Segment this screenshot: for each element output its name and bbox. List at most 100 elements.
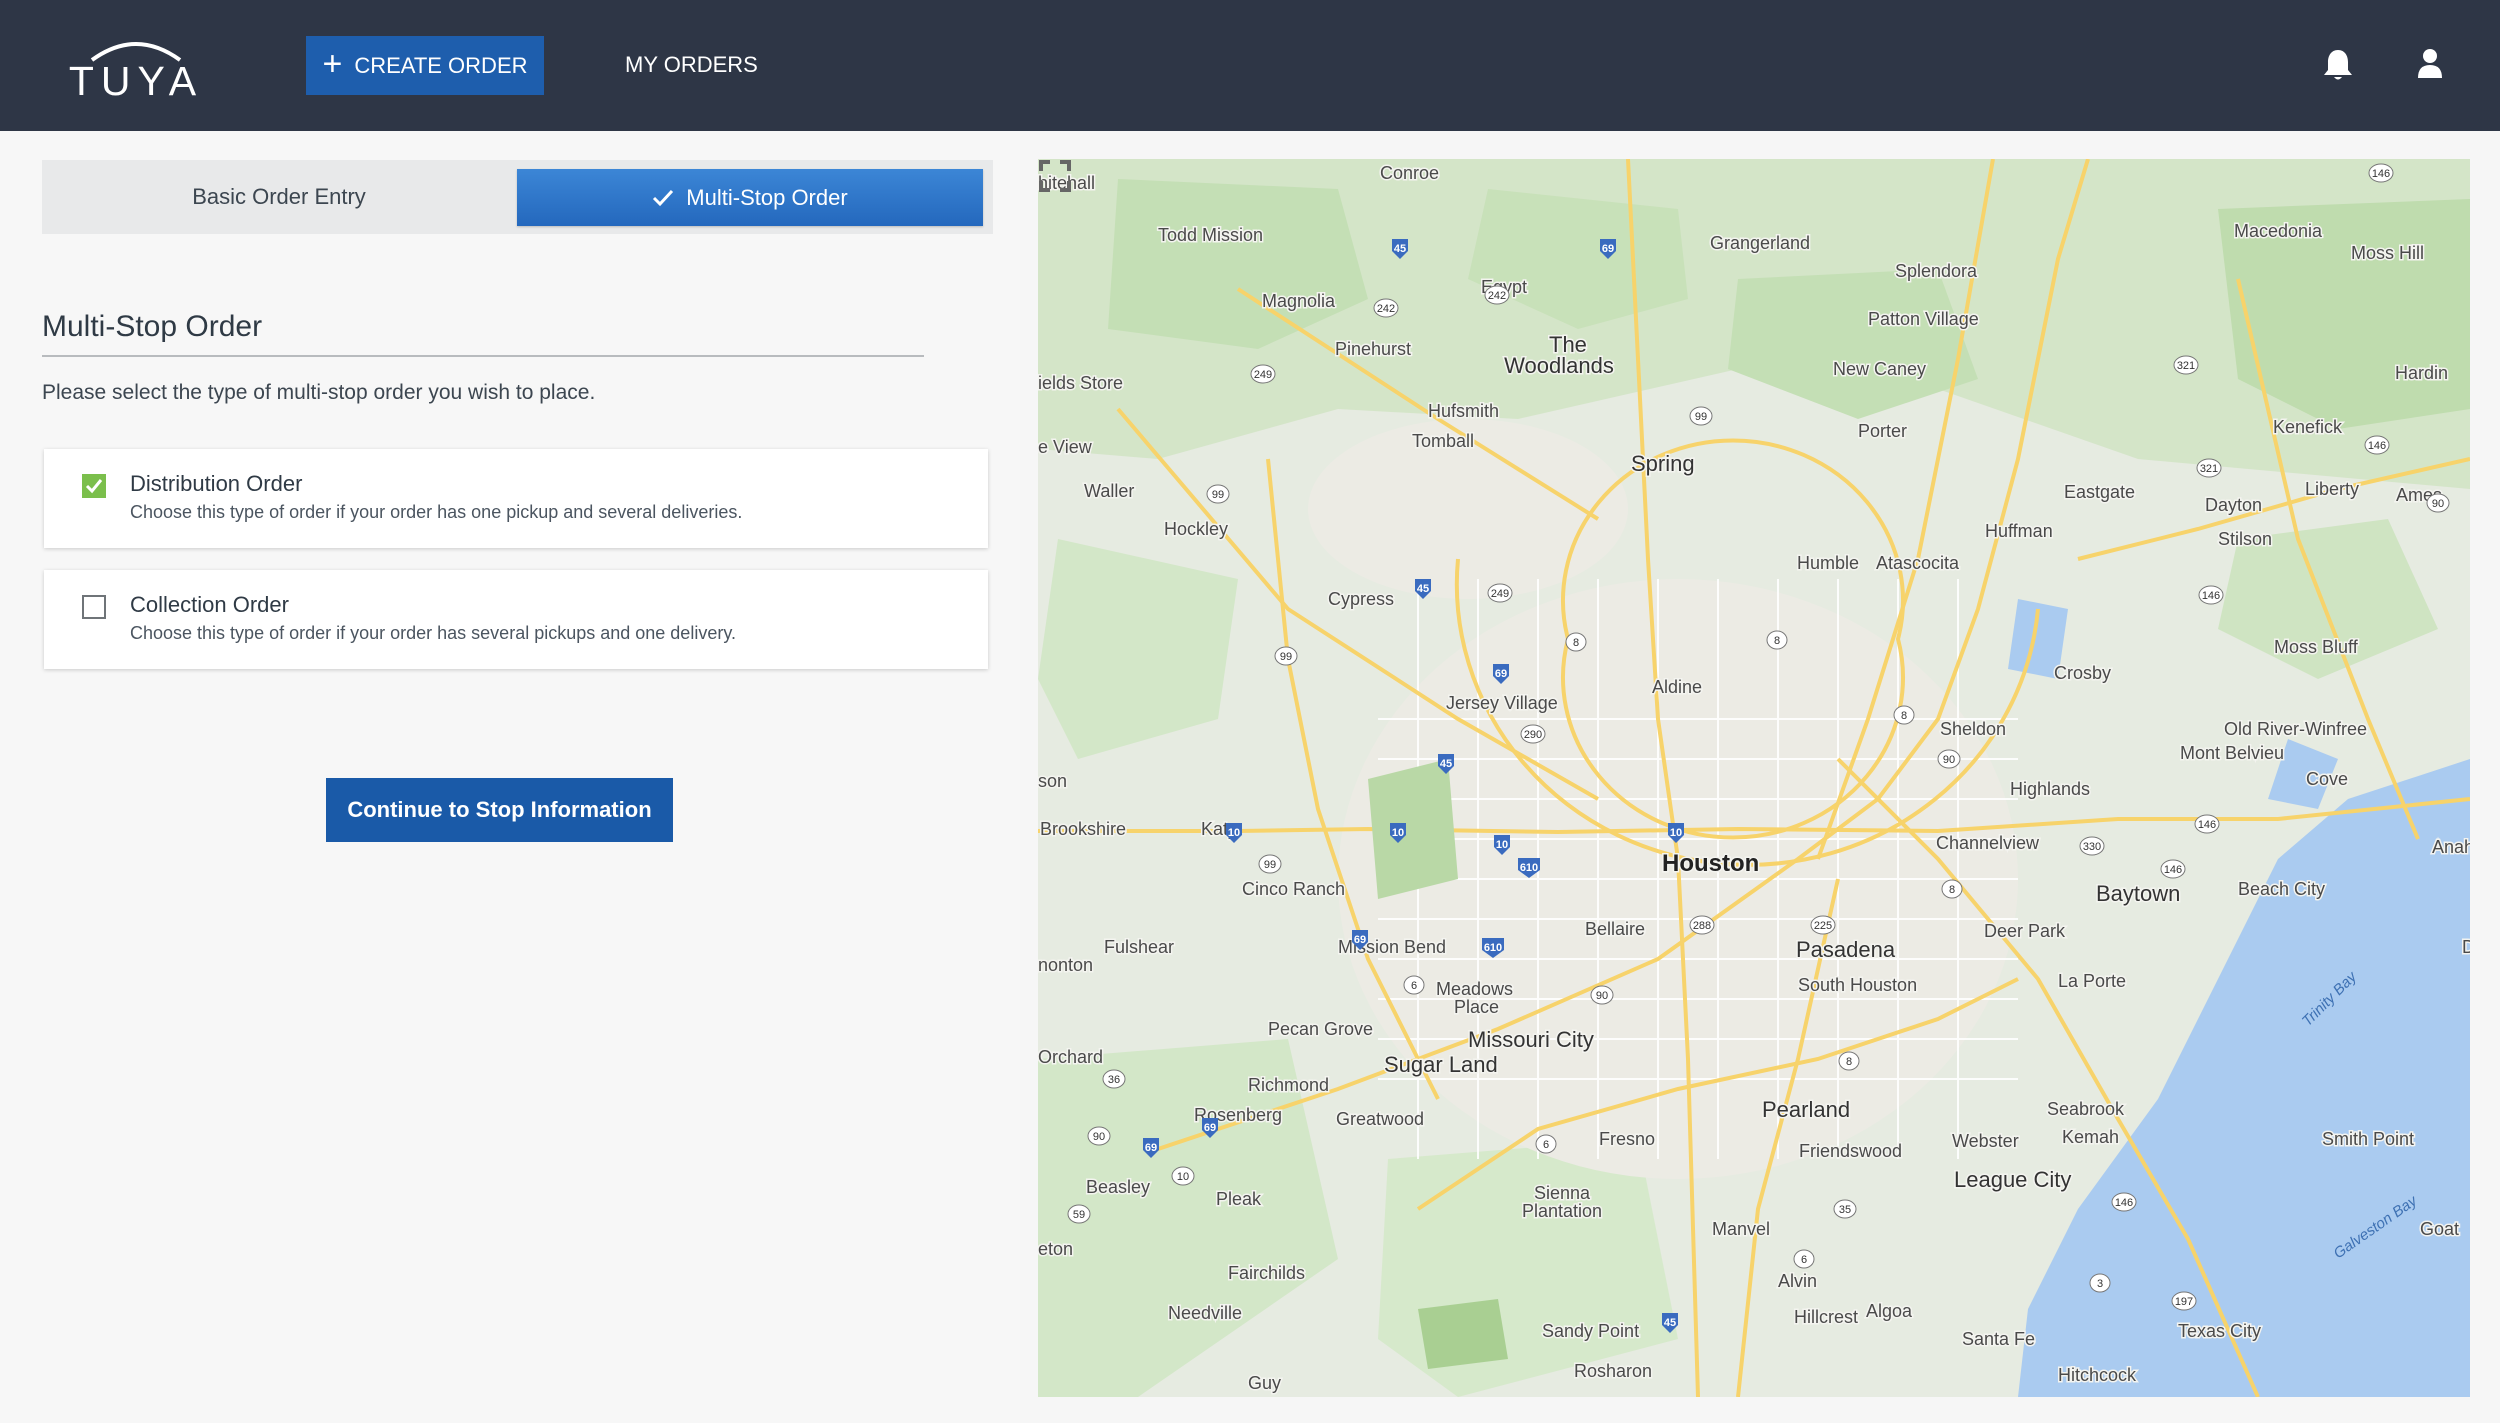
svg-text:99: 99: [1695, 411, 1707, 423]
checkmark-icon: [85, 479, 103, 494]
map-label-pinehurst: Pinehurst: [1335, 339, 1411, 359]
map-label-porter: Porter: [1858, 421, 1907, 441]
order-type-tabs: Basic Order Entry Multi-Stop Order: [42, 160, 993, 234]
svg-text:59: 59: [1073, 1209, 1085, 1221]
my-orders-link[interactable]: MY ORDERS: [625, 52, 758, 78]
distribution-order-option[interactable]: Distribution Order Choose this type of o…: [44, 449, 988, 548]
tuya-logo[interactable]: TUYA: [58, 30, 214, 104]
svg-text:45: 45: [1664, 1317, 1676, 1329]
svg-text:69: 69: [1495, 668, 1507, 680]
map-canvas[interactable]: Conroe Todd Mission Grangerland Macedoni…: [1038, 159, 2470, 1397]
map-label-huffman: Huffman: [1985, 521, 2053, 541]
map-label-splendora: Splendora: [1895, 261, 1978, 281]
map-view[interactable]: Conroe Todd Mission Grangerland Macedoni…: [1038, 159, 2470, 1397]
svg-text:90: 90: [1093, 1131, 1105, 1143]
map-label-son: son: [1038, 771, 1067, 791]
collection-order-checkbox[interactable]: [82, 595, 106, 619]
map-label-orchard: Orchard: [1038, 1047, 1103, 1067]
svg-text:90: 90: [2432, 498, 2444, 510]
continue-to-stop-information-button[interactable]: Continue to Stop Information: [326, 778, 673, 842]
svg-text:288: 288: [1693, 920, 1711, 932]
route-shield: 90: [1087, 1126, 1111, 1146]
map-label-woodlands: Woodlands: [1504, 353, 1614, 378]
map-label-cypress: Cypress: [1328, 589, 1394, 609]
map-label-league-city: League City: [1954, 1167, 2071, 1192]
svg-text:8: 8: [1846, 1056, 1852, 1068]
svg-text:6: 6: [1543, 1139, 1549, 1151]
map-label-todd-mission: Todd Mission: [1158, 225, 1263, 245]
map-label-smith-point: Smith Point: [2322, 1129, 2414, 1149]
collection-order-description: Choose this type of order if your order …: [130, 623, 736, 643]
svg-text:90: 90: [1596, 990, 1608, 1002]
fullscreen-icon[interactable]: [1038, 159, 1072, 193]
tab-basic-label: Basic Order Entry: [192, 184, 366, 209]
map-label-crosby: Crosby: [2054, 663, 2111, 683]
svg-text:242: 242: [1488, 290, 1506, 302]
map-label-south-houston: South Houston: [1798, 975, 1917, 995]
map-label-aldine: Aldine: [1652, 677, 1702, 697]
svg-text:8: 8: [1573, 637, 1579, 649]
map-label-texas-city: Texas City: [2178, 1321, 2261, 1341]
map-label-kenefick: Kenefick: [2273, 417, 2343, 437]
map-label-houston: Houston: [1662, 850, 1759, 877]
map-label-pasadena: Pasadena: [1796, 937, 1896, 962]
route-shield: 90: [1590, 985, 1614, 1005]
route-shield: 321: [2173, 355, 2199, 375]
svg-text:69: 69: [1354, 934, 1366, 946]
map-label-moss-hill: Moss Hill: [2351, 243, 2424, 263]
map-label-e-view: e View: [1038, 437, 1093, 457]
user-icon[interactable]: [2416, 48, 2444, 80]
tab-basic-order-entry[interactable]: Basic Order Entry: [42, 160, 516, 234]
route-shield: 8: [1941, 879, 1963, 899]
svg-text:8: 8: [1774, 635, 1780, 647]
map-label-beach-city: Beach City: [2238, 879, 2325, 899]
route-shield: 8: [1565, 632, 1587, 652]
top-navigation-bar: TUYA + CREATE ORDER MY ORDERS: [0, 0, 2500, 131]
collection-order-option[interactable]: Collection Order Choose this type of ord…: [44, 570, 988, 669]
svg-text:3: 3: [2097, 1278, 2103, 1290]
map-label-bellaire: Bellaire: [1585, 919, 1645, 939]
route-shield: 197: [2171, 1291, 2197, 1311]
map-label-fairchilds: Fairchilds: [1228, 1263, 1305, 1283]
svg-text:8: 8: [1949, 884, 1955, 896]
distribution-order-title: Distribution Order: [130, 471, 303, 496]
map-label-rosharon: Rosharon: [1574, 1361, 1652, 1381]
map-label-new-caney: New Caney: [1833, 359, 1926, 379]
svg-text:6: 6: [1801, 1254, 1807, 1266]
route-shield: 8: [1838, 1051, 1860, 1071]
route-shield: 321: [2196, 458, 2222, 478]
svg-text:36: 36: [1108, 1074, 1120, 1086]
map-label-hitchcock: Hitchcock: [2058, 1365, 2137, 1385]
route-shield: 242: [1373, 298, 1399, 318]
map-label-highlands: Highlands: [2010, 779, 2090, 799]
distribution-order-checkbox[interactable]: [82, 474, 106, 498]
svg-text:290: 290: [1524, 729, 1542, 741]
map-label-patton-village: Patton Village: [1868, 309, 1979, 329]
map-label-pleak: Pleak: [1216, 1189, 1262, 1209]
svg-text:99: 99: [1264, 859, 1276, 871]
route-shield: 225: [1810, 915, 1836, 935]
map-label-fields-store: ields Store: [1038, 373, 1123, 393]
svg-text:6: 6: [1411, 980, 1417, 992]
route-shield: 90: [2426, 493, 2450, 513]
route-shield: 146: [2194, 814, 2220, 834]
tab-multi-stop-order[interactable]: Multi-Stop Order: [517, 169, 983, 226]
route-shield: 242: [1484, 285, 1510, 305]
map-label-algoa: Algoa: [1866, 1301, 1913, 1321]
map-label-macedonia: Macedonia: [2234, 221, 2323, 241]
create-order-button[interactable]: + CREATE ORDER: [306, 36, 544, 95]
svg-text:10: 10: [1496, 839, 1508, 851]
route-shield: 249: [1487, 583, 1513, 603]
bell-icon[interactable]: [2322, 48, 2354, 82]
route-shield: 146: [2368, 163, 2394, 183]
svg-text:45: 45: [1417, 583, 1429, 595]
svg-text:249: 249: [1254, 369, 1272, 381]
map-label-missouri-city: Missouri City: [1468, 1027, 1594, 1052]
svg-text:146: 146: [2372, 168, 2390, 180]
distribution-order-description: Choose this type of order if your order …: [130, 502, 743, 522]
map-label-manvel: Manvel: [1712, 1219, 1770, 1239]
map-label-conroe: Conroe: [1380, 163, 1439, 183]
map-label-eastgate: Eastgate: [2064, 482, 2135, 502]
svg-text:146: 146: [2164, 864, 2182, 876]
svg-text:10: 10: [1177, 1171, 1189, 1183]
